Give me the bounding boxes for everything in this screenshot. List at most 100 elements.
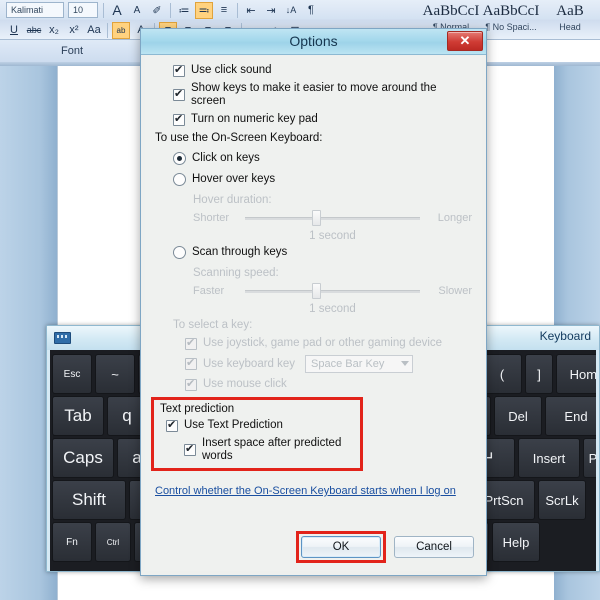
- osk-key[interactable]: (: [482, 354, 522, 394]
- select-section-heading: To select a key:: [173, 319, 253, 331]
- scanning-speed-slider[interactable]: Faster Slower: [193, 282, 472, 300]
- osk-key[interactable]: Del: [494, 396, 542, 436]
- keyboard-key-select-value: Space Bar Key: [311, 358, 385, 370]
- osk-key[interactable]: ~: [95, 354, 135, 394]
- style-no-spacing-label: ¶ No Spaci...: [485, 22, 537, 32]
- subscript-icon[interactable]: x₂: [45, 22, 63, 39]
- style-heading[interactable]: AaB Head: [542, 0, 598, 40]
- ribbon-divider: [103, 2, 104, 18]
- hover-duration-left-label: Shorter: [193, 212, 230, 224]
- osk-key[interactable]: Help: [492, 522, 540, 562]
- radio-hover-over-keys[interactable]: Hover over keys: [155, 173, 472, 186]
- style-normal-preview: AaBbCcI: [422, 3, 480, 19]
- use-joystick-checkbox[interactable]: [185, 337, 197, 350]
- dialog-buttons: OK Cancel: [296, 531, 474, 563]
- click-on-keys-label: Click on keys: [192, 152, 260, 164]
- text-highlight-icon[interactable]: ab: [112, 21, 130, 39]
- checkbox-turn-on-numeric-keypad[interactable]: Turn on numeric key pad: [155, 113, 472, 126]
- use-click-sound-checkbox[interactable]: [173, 64, 185, 77]
- clear-formatting-icon[interactable]: ✐: [148, 2, 166, 19]
- show-marks-icon[interactable]: ¶: [302, 2, 320, 19]
- hover-over-keys-radio[interactable]: [173, 173, 186, 186]
- osk-key[interactable]: Shift: [52, 480, 126, 520]
- use-text-prediction-checkbox[interactable]: [166, 419, 178, 432]
- superscript-icon[interactable]: x²: [65, 22, 83, 39]
- keyboard-key-select[interactable]: Space Bar Key: [305, 355, 414, 373]
- osk-title-text: Keyboard: [539, 329, 591, 343]
- ok-button[interactable]: OK: [301, 536, 381, 558]
- turn-on-numeric-keypad-label: Turn on numeric key pad: [191, 113, 318, 125]
- text-prediction-highlight: Text prediction Use Text Prediction Inse…: [151, 397, 363, 471]
- font-group-label: Font: [0, 40, 145, 62]
- insert-space-after-predicted-words-checkbox[interactable]: [184, 443, 196, 456]
- style-no-spacing-preview: AaBbCcI: [482, 3, 540, 19]
- text-prediction-group-title: Text prediction: [160, 403, 235, 415]
- osk-key[interactable]: Caps: [52, 438, 114, 478]
- checkbox-use-joystick[interactable]: Use joystick, game pad or other gaming d…: [155, 337, 472, 350]
- checkbox-use-keyboard-key[interactable]: Use keyboard key Space Bar Key: [155, 355, 472, 373]
- shrink-font-icon[interactable]: A: [128, 2, 146, 19]
- font-size-box[interactable]: 10: [68, 2, 98, 18]
- style-heading-preview: AaB: [556, 3, 584, 19]
- osk-key[interactable]: Esc: [52, 354, 92, 394]
- hover-duration-slider[interactable]: Shorter Longer: [193, 209, 472, 227]
- checkbox-insert-space-after-predicted-words[interactable]: Insert space after predicted words: [160, 437, 354, 463]
- options-dialog: Options ✕ Use click sound Show keys to m…: [140, 28, 487, 576]
- osk-key[interactable]: ScrLk: [538, 480, 586, 520]
- style-heading-label: Head: [559, 22, 581, 32]
- turn-on-numeric-keypad-checkbox[interactable]: [173, 113, 185, 126]
- osk-key[interactable]: Tab: [52, 396, 104, 436]
- close-icon[interactable]: ✕: [447, 31, 483, 51]
- osk-key[interactable]: Fn: [52, 522, 92, 562]
- osk-key[interactable]: End: [545, 396, 596, 436]
- scanning-speed-thumb[interactable]: [311, 283, 321, 299]
- show-keys-easier-move-checkbox[interactable]: [173, 88, 185, 101]
- chevron-down-icon: [401, 361, 410, 366]
- hover-duration-group: Hover duration: Shorter Longer 1 second: [155, 194, 472, 242]
- osk-key[interactable]: ]: [525, 354, 553, 394]
- osk-key[interactable]: Insert: [518, 438, 580, 478]
- radio-scan-through-keys[interactable]: Scan through keys: [155, 246, 472, 259]
- radio-click-on-keys[interactable]: Click on keys: [155, 152, 472, 165]
- checkbox-use-click-sound[interactable]: Use click sound: [155, 64, 472, 77]
- scan-through-keys-radio[interactable]: [173, 246, 186, 259]
- scanning-speed-group: Scanning speed: Faster Slower 1 second: [155, 267, 472, 315]
- checkbox-use-text-prediction[interactable]: Use Text Prediction: [160, 419, 354, 432]
- osk-key[interactable]: Home: [556, 354, 596, 394]
- sort-icon[interactable]: ↓A: [282, 2, 300, 19]
- increase-indent-icon[interactable]: ⇥: [262, 2, 280, 19]
- cancel-button[interactable]: Cancel: [394, 536, 474, 558]
- use-text-prediction-label: Use Text Prediction: [184, 419, 283, 431]
- hover-over-keys-label: Hover over keys: [192, 173, 276, 185]
- hover-duration-value: 1 second: [309, 230, 356, 242]
- ribbon-divider: [170, 2, 171, 18]
- checkbox-use-mouse-click[interactable]: Use mouse click: [155, 378, 472, 391]
- decrease-indent-icon[interactable]: ⇤: [242, 2, 260, 19]
- hover-duration-caption: Hover duration:: [193, 194, 272, 206]
- hover-duration-thumb[interactable]: [311, 210, 321, 226]
- use-section-heading: To use the On-Screen Keyboard:: [155, 132, 323, 144]
- scanning-speed-track[interactable]: [245, 282, 420, 300]
- startup-settings-link[interactable]: Control whether the On-Screen Keyboard s…: [155, 485, 456, 497]
- use-keyboard-key-checkbox[interactable]: [185, 357, 197, 370]
- ribbon-divider: [107, 22, 108, 38]
- dialog-title-bar[interactable]: Options ✕: [141, 29, 486, 55]
- osk-key[interactable]: Pause: [583, 438, 596, 478]
- click-on-keys-radio[interactable]: [173, 152, 186, 165]
- grow-font-icon[interactable]: A: [108, 2, 126, 19]
- hover-duration-track[interactable]: [245, 209, 420, 227]
- use-mouse-click-label: Use mouse click: [203, 378, 287, 390]
- style-no-spacing[interactable]: AaBbCcI ¶ No Spaci...: [482, 0, 540, 40]
- underline-icon[interactable]: U: [5, 22, 23, 39]
- change-case-icon[interactable]: Aa: [85, 22, 103, 39]
- show-keys-easier-move-label: Show keys to make it easier to move arou…: [191, 82, 437, 107]
- bullets-icon[interactable]: ≔: [175, 2, 193, 19]
- font-name-box[interactable]: Kalimati: [6, 2, 64, 18]
- strikethrough-icon[interactable]: abc: [25, 22, 43, 39]
- multilevel-list-icon[interactable]: ≡: [215, 2, 233, 19]
- checkbox-show-keys-easier-move[interactable]: Show keys to make it easier to move arou…: [155, 82, 472, 108]
- screen: Kalimati 10 A A ✐ ≔ ≕ ≡ ⇤ ⇥ ↓A ¶ U abc x…: [0, 0, 600, 600]
- osk-key[interactable]: Ctrl: [95, 522, 131, 562]
- use-mouse-click-checkbox[interactable]: [185, 378, 197, 391]
- numbering-icon[interactable]: ≕: [195, 1, 213, 19]
